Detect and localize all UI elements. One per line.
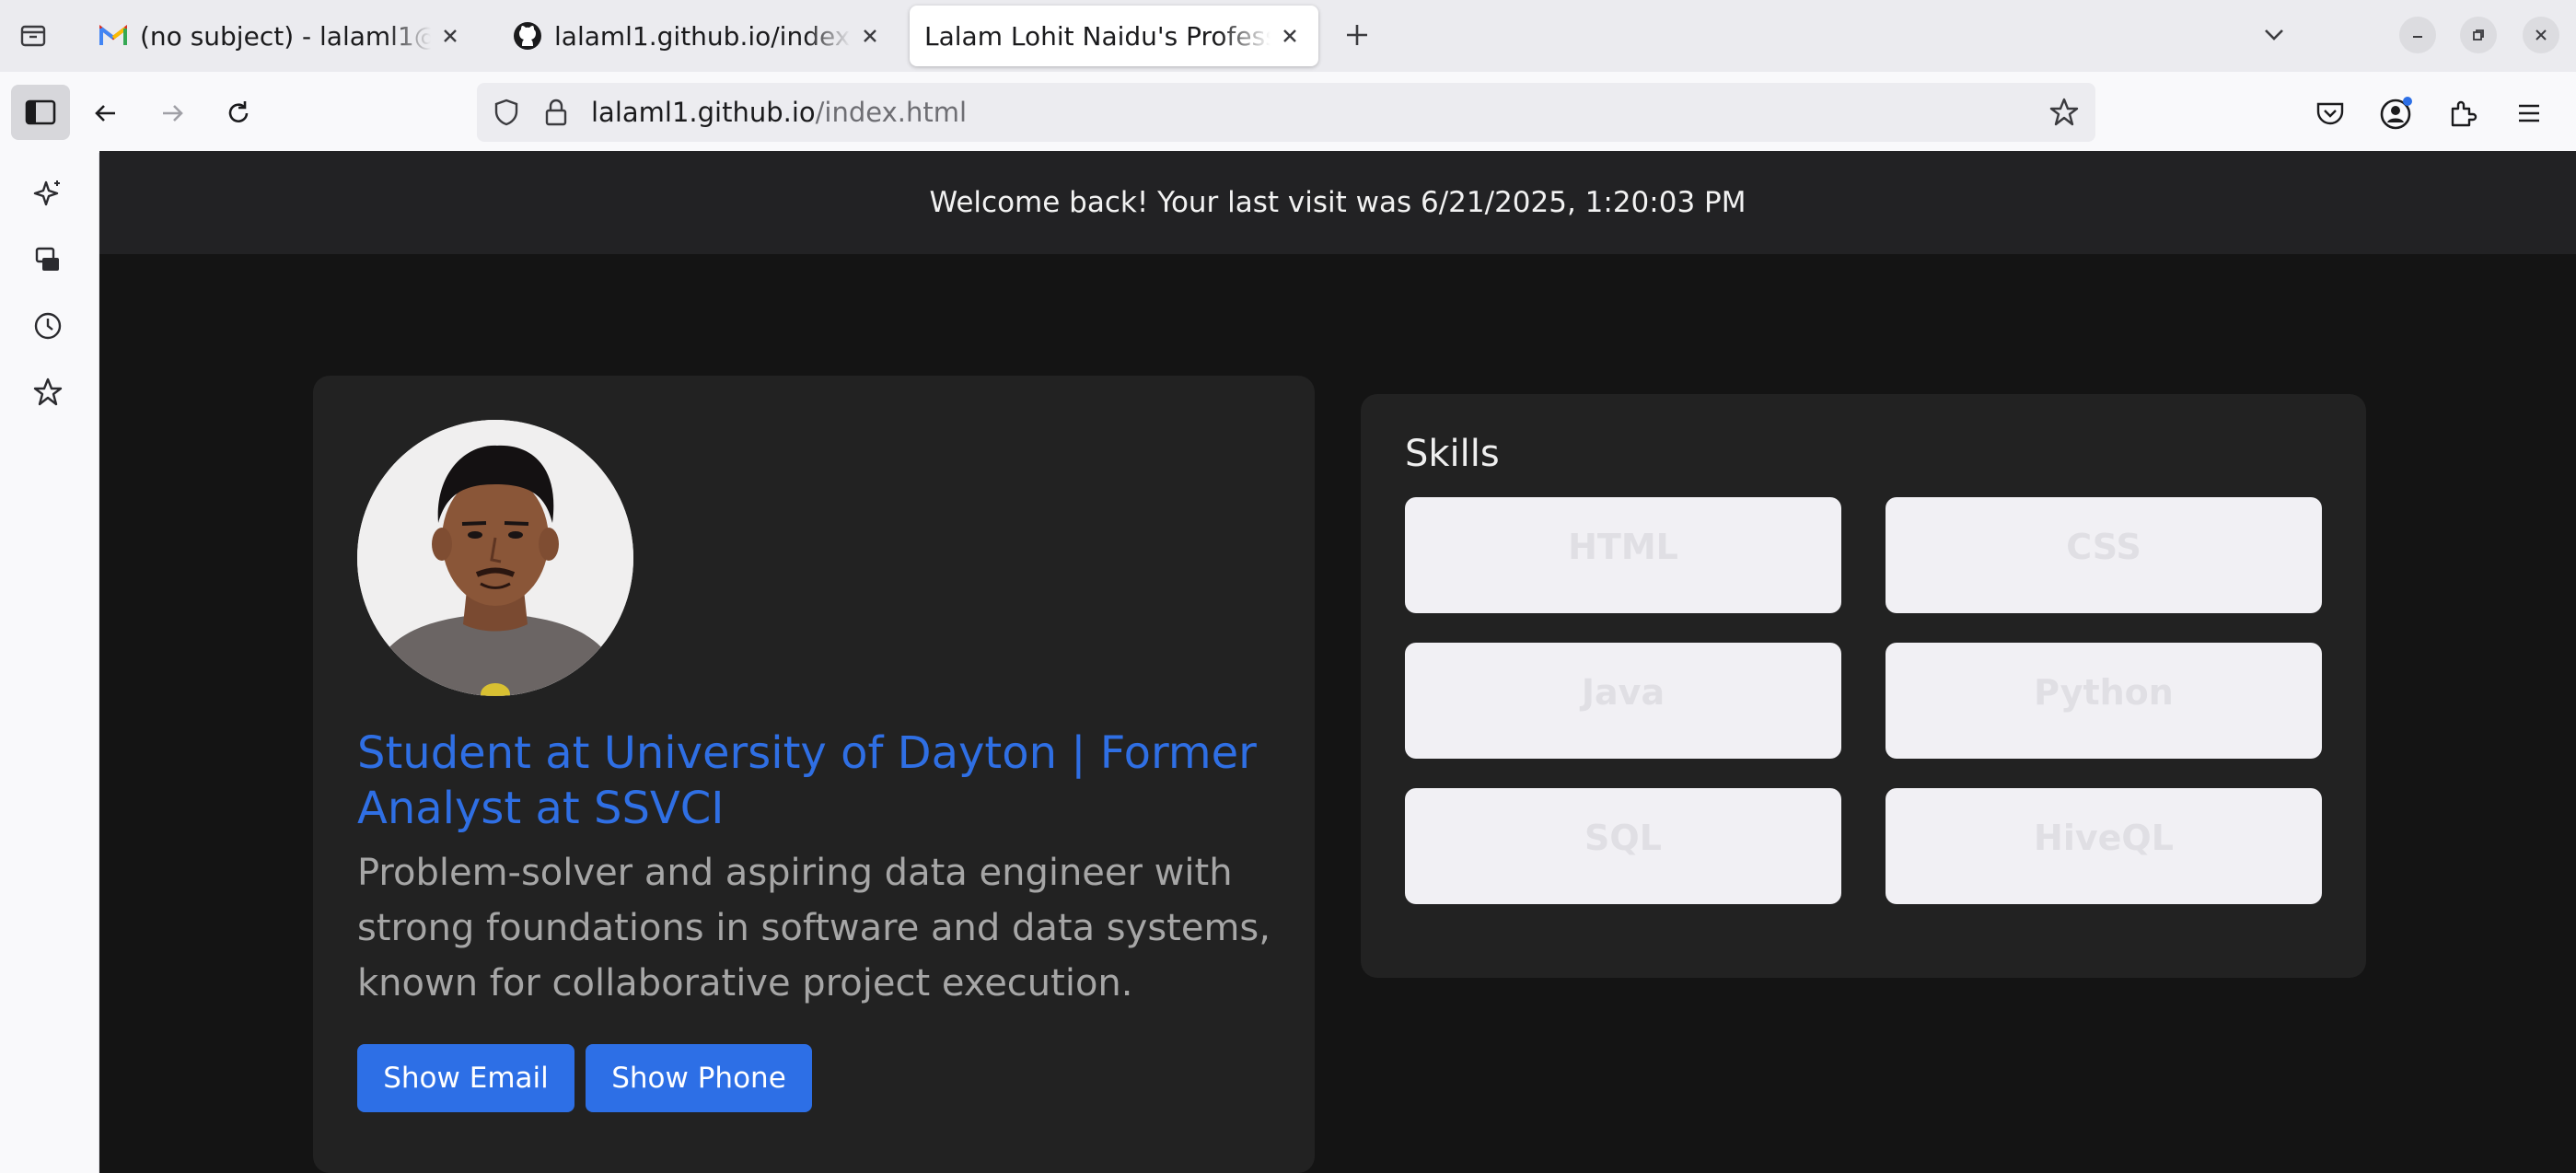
- show-phone-button[interactable]: Show Phone: [586, 1044, 812, 1112]
- skill-chip: Python: [1886, 643, 2322, 759]
- hamburger-menu-icon: [2519, 104, 2539, 122]
- account-icon: [2380, 97, 2412, 130]
- welcome-banner: Welcome back! Your last visit was 6/21/2…: [99, 151, 2576, 254]
- profile-card: Student at University of Dayton | Former…: [313, 376, 1315, 1173]
- skill-chip: Java: [1405, 643, 1841, 759]
- history-button[interactable]: [26, 304, 70, 348]
- address-bar[interactable]: lalaml1.github.io/index.html: [477, 83, 2095, 142]
- tab-title: lalaml1.github.io/index.html: [554, 20, 851, 52]
- github-icon: [512, 20, 543, 52]
- ai-chatbot-button[interactable]: [26, 171, 70, 215]
- minimize-icon: [2413, 36, 2422, 38]
- url-path: /index.html: [815, 97, 968, 128]
- sparkle-icon: [33, 180, 60, 206]
- skills-heading: Skills: [1405, 433, 1500, 475]
- puzzle-icon: [2451, 100, 2477, 127]
- gmail-icon: [98, 20, 129, 52]
- pocket-icon: [2316, 102, 2344, 125]
- reload-icon: [228, 101, 249, 122]
- forward-button[interactable]: [149, 90, 195, 136]
- bookmark-star-icon[interactable]: [2046, 94, 2083, 131]
- synced-tabs-icon: [35, 247, 59, 271]
- close-icon: [2535, 29, 2547, 41]
- restore-button[interactable]: [2460, 17, 2497, 53]
- star-icon: [33, 377, 63, 406]
- web-page: Welcome back! Your last visit was 6/21/2…: [99, 151, 2576, 1173]
- extensions-button[interactable]: [2440, 90, 2486, 136]
- back-button[interactable]: [83, 90, 129, 136]
- restore-icon: [2473, 29, 2484, 41]
- navigation-toolbar: lalaml1.github.io/index.html: [0, 72, 2576, 153]
- firefox-view-icon: [20, 25, 46, 47]
- synced-tabs-button[interactable]: [26, 238, 70, 282]
- tab-github[interactable]: lalaml1.github.io/index.html: [497, 6, 899, 66]
- show-email-button[interactable]: Show Email: [357, 1044, 574, 1112]
- browser-sidebar: [0, 153, 99, 1173]
- firefox-view-button[interactable]: [13, 15, 53, 55]
- tab-title: Lalam Lohit Naidu's Professional Portfol…: [924, 20, 1271, 52]
- close-tab-icon[interactable]: [1276, 22, 1304, 50]
- plus-icon: [1347, 25, 1367, 45]
- tab-strip: (no subject) - lalaml1@udayton.edu lalam…: [0, 0, 2576, 72]
- url-host: lalaml1.github.io: [591, 97, 816, 128]
- list-all-tabs-button[interactable]: [2254, 15, 2294, 55]
- tracking-protection-shield-icon[interactable]: [490, 96, 523, 129]
- back-arrow-icon: [95, 105, 115, 122]
- clock-icon: [34, 312, 62, 340]
- sidebar-icon: [25, 99, 56, 125]
- close-tab-icon[interactable]: [436, 22, 464, 50]
- close-tab-icon[interactable]: [856, 22, 884, 50]
- forward-arrow-icon: [163, 105, 183, 122]
- skill-chip: SQL: [1405, 788, 1841, 904]
- account-button[interactable]: [2373, 90, 2419, 136]
- tab-gmail[interactable]: (no subject) - lalaml1@udayton.edu: [83, 6, 479, 66]
- skills-card: Skills HTML CSS Java Python SQL HiveQL: [1361, 394, 2366, 978]
- avatar: [357, 420, 633, 696]
- url-text[interactable]: lalaml1.github.io/index.html: [591, 96, 967, 129]
- lock-icon[interactable]: [540, 96, 573, 129]
- tab-title: (no subject) - lalaml1@udayton.edu: [140, 20, 431, 52]
- profile-photo: [357, 420, 633, 696]
- app-menu-button[interactable]: [2506, 90, 2552, 136]
- pocket-button[interactable]: [2307, 90, 2353, 136]
- close-window-button[interactable]: [2523, 17, 2559, 53]
- skill-chip: CSS: [1886, 497, 2322, 613]
- profile-summary: Problem-solver and aspiring data enginee…: [357, 852, 1271, 1005]
- bookmarks-button[interactable]: [26, 370, 70, 414]
- minimize-button[interactable]: [2399, 17, 2436, 53]
- tab-portfolio[interactable]: Lalam Lohit Naidu's Professional Portfol…: [910, 6, 1318, 66]
- skill-chip: HTML: [1405, 497, 1841, 613]
- skill-chip: HiveQL: [1886, 788, 2322, 904]
- reload-button[interactable]: [215, 90, 261, 136]
- sidebar-toggle-button[interactable]: [11, 85, 70, 140]
- profile-headline: Student at University of Dayton | Former…: [357, 727, 1257, 834]
- new-tab-button[interactable]: [1337, 15, 1377, 55]
- chevron-down-icon: [2265, 29, 2283, 41]
